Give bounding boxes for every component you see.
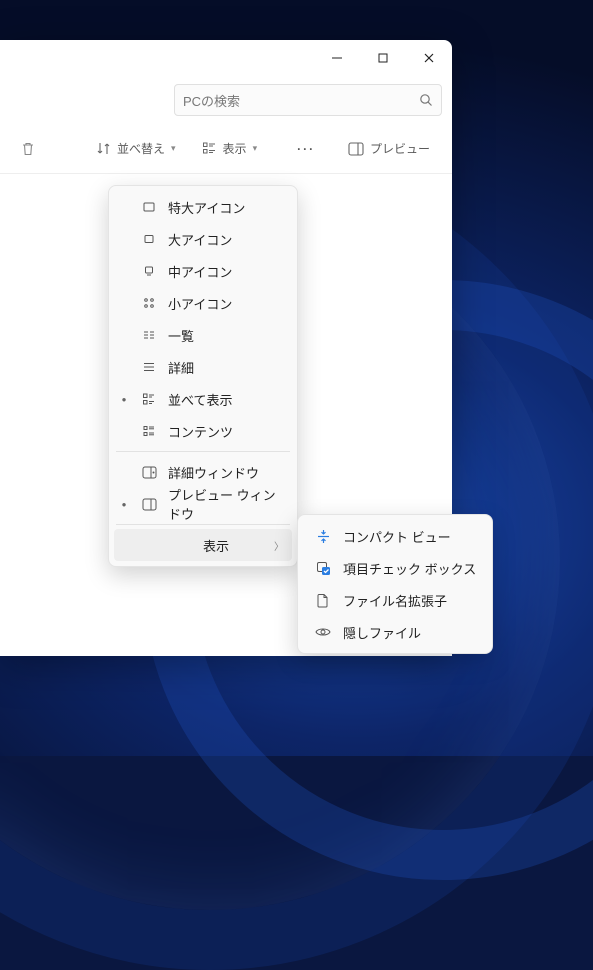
menu-item-details[interactable]: 詳細 xyxy=(114,351,292,383)
submenu-item-compact-view[interactable]: コンパクト ビュー xyxy=(303,520,487,552)
submenu-item-file-extensions[interactable]: ファイル名拡張子 xyxy=(303,584,487,616)
selected-bullet: ● xyxy=(118,395,130,404)
menu-item-large-icons[interactable]: 大アイコン xyxy=(114,223,292,255)
hidden-files-icon xyxy=(313,626,333,638)
chevron-down-icon: ▾ xyxy=(253,143,258,154)
details-icon xyxy=(140,360,158,374)
menu-item-medium-icons[interactable]: 中アイコン xyxy=(114,255,292,287)
view-icon xyxy=(202,141,217,156)
menu-separator xyxy=(116,524,290,525)
menu-item-extra-large-icons[interactable]: 特大アイコン xyxy=(114,191,292,223)
menu-item-small-icons[interactable]: 小アイコン xyxy=(114,287,292,319)
compact-view-icon xyxy=(313,529,333,544)
sort-icon xyxy=(96,141,111,156)
extra-large-icons-icon xyxy=(140,200,158,214)
menu-item-details-pane[interactable]: 詳細ウィンドウ xyxy=(114,456,292,488)
list-icon xyxy=(140,328,158,342)
large-icons-icon xyxy=(140,232,158,246)
trash-icon xyxy=(20,141,36,157)
chevron-right-icon: 〉 xyxy=(274,538,284,553)
menu-item-list[interactable]: 一覧 xyxy=(114,319,292,351)
view-menu: 特大アイコン 大アイコン 中アイコン 小アイコン 一覧 詳細 ● 並べて表示 コ… xyxy=(108,185,298,567)
menu-item-preview-pane[interactable]: ● プレビュー ウィンドウ xyxy=(114,488,292,520)
file-extension-icon xyxy=(313,593,333,608)
toolbar: 並べ替え ▾ 表示 ▾ ··· プレビュー xyxy=(0,124,452,174)
sort-button[interactable]: 並べ替え ▾ xyxy=(86,131,186,167)
search-icon xyxy=(419,93,433,107)
sort-label: 並べ替え xyxy=(117,140,165,157)
submenu-item-item-checkboxes[interactable]: 項目チェック ボックス xyxy=(303,552,487,584)
more-button[interactable]: ··· xyxy=(289,131,323,167)
titlebar xyxy=(0,40,452,76)
menu-separator xyxy=(116,451,290,452)
selected-bullet: ● xyxy=(118,500,130,509)
search-input[interactable]: PCの検索 xyxy=(174,84,442,116)
close-button[interactable] xyxy=(406,42,452,74)
content-icon xyxy=(140,424,158,438)
small-icons-icon xyxy=(140,296,158,310)
details-pane-icon xyxy=(140,466,158,479)
preview-pane-button[interactable]: プレビュー xyxy=(338,131,440,167)
show-submenu: コンパクト ビュー 項目チェック ボックス ファイル名拡張子 隠しファイル xyxy=(297,514,493,654)
preview-pane-icon xyxy=(140,498,158,511)
tiles-icon xyxy=(140,392,158,406)
view-button[interactable]: 表示 ▾ xyxy=(192,131,268,167)
preview-label: プレビュー xyxy=(370,140,430,157)
minimize-button[interactable] xyxy=(314,42,360,74)
view-label: 表示 xyxy=(223,140,247,157)
chevron-down-icon: ▾ xyxy=(171,143,176,154)
menu-item-content[interactable]: コンテンツ xyxy=(114,415,292,447)
ellipsis-icon: ··· xyxy=(297,142,315,156)
search-placeholder: PCの検索 xyxy=(183,91,411,110)
checkbox-icon xyxy=(313,561,333,576)
delete-button[interactable] xyxy=(12,131,44,167)
submenu-item-hidden-files[interactable]: 隠しファイル xyxy=(303,616,487,648)
menu-item-show[interactable]: 表示 〉 xyxy=(114,529,292,561)
medium-icons-icon xyxy=(140,264,158,278)
address-row: PCの検索 xyxy=(0,76,452,124)
maximize-button[interactable] xyxy=(360,42,406,74)
preview-pane-icon xyxy=(348,142,364,156)
menu-item-tiles[interactable]: ● 並べて表示 xyxy=(114,383,292,415)
